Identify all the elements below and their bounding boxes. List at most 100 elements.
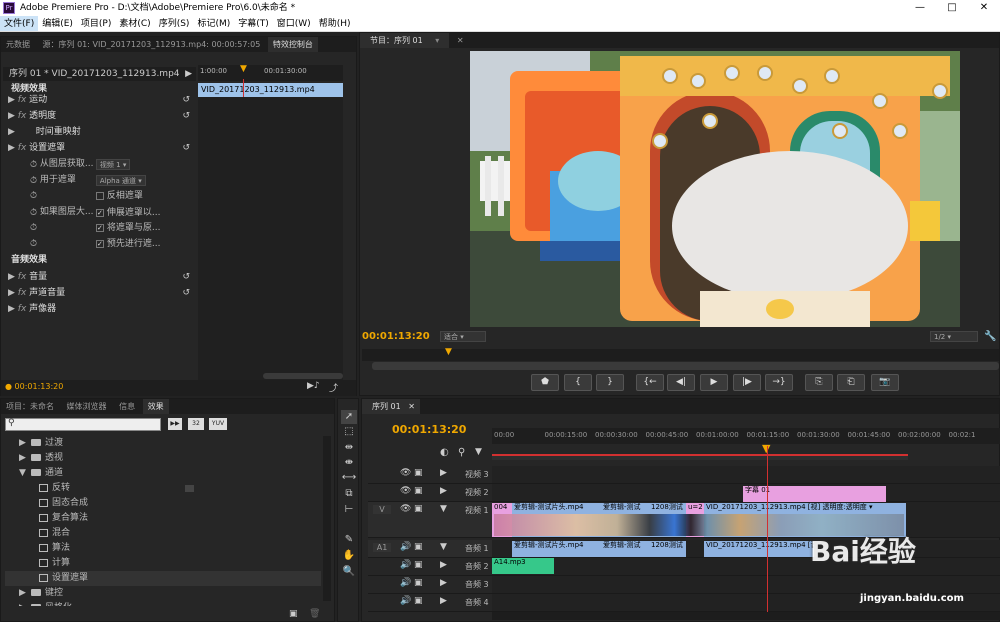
effect-preset[interactable]: 计算 bbox=[5, 556, 321, 571]
tab-close-icon[interactable]: ✕ bbox=[452, 33, 469, 48]
track-target[interactable]: V bbox=[373, 505, 391, 514]
fx-toggle-icon[interactable]: fx bbox=[18, 272, 29, 282]
effect-preset[interactable]: 复合算法 bbox=[5, 511, 321, 526]
effect-folder[interactable]: ▶ 风格化 bbox=[5, 601, 321, 606]
effect-preset[interactable]: 混合 bbox=[5, 526, 321, 541]
ec-time-ruler[interactable]: 1:00:00 00:01:30:00 ▼ bbox=[198, 64, 343, 81]
track-lane[interactable] bbox=[492, 466, 1000, 484]
menu-window[interactable]: 窗口(W) bbox=[273, 16, 315, 31]
speaker-icon[interactable]: 🔊 bbox=[400, 560, 411, 570]
fx-toggle-icon[interactable]: fx bbox=[18, 95, 29, 105]
linked-selection-icon[interactable]: ⚲ bbox=[458, 447, 465, 458]
stopwatch-icon[interactable]: ⏱ bbox=[30, 239, 37, 249]
step-back-button[interactable]: ◀| bbox=[667, 374, 695, 391]
tab-sequence[interactable]: 序列 01 ✕ bbox=[362, 399, 420, 414]
audio-track-header[interactable]: A1 🔊 ▣ ▼ 音频 1 bbox=[368, 540, 492, 558]
rate-stretch-tool-icon[interactable]: ⟷ bbox=[341, 471, 357, 485]
reset-icon[interactable]: ↺ bbox=[182, 286, 190, 301]
zoom-tool-icon[interactable]: 🔍 bbox=[341, 565, 357, 579]
reset-icon[interactable]: ↺ bbox=[182, 141, 190, 156]
fx-toggle-icon[interactable]: fx bbox=[18, 304, 29, 314]
delete-icon[interactable]: 🗑 bbox=[309, 609, 320, 619]
extract-button[interactable]: ⎗ bbox=[837, 374, 865, 391]
track-expand-icon[interactable]: ▶ bbox=[440, 596, 447, 606]
resolution-dropdown[interactable]: 1/2 ▾ bbox=[930, 331, 978, 342]
track-expand-icon[interactable]: ▶ bbox=[440, 560, 447, 570]
track-lane[interactable] bbox=[492, 576, 1000, 594]
param-dropdown[interactable]: 视频 1 ▾ bbox=[95, 159, 131, 170]
tab-source[interactable]: 源：序列 01: VID_20171203_112913.mp4: 00:00:… bbox=[38, 37, 266, 52]
effects-search-input[interactable]: ⚲ bbox=[5, 418, 161, 431]
menu-edit[interactable]: 编辑(E) bbox=[38, 16, 77, 31]
title-clip[interactable]: 字幕 01 bbox=[743, 486, 886, 502]
chevron-right-icon[interactable]: ▶ bbox=[19, 586, 26, 601]
audio-track-header[interactable]: 🔊 ▣ ▶ 音频 4 bbox=[368, 594, 492, 612]
timeline-timecode[interactable]: 00:01:13:20 bbox=[392, 423, 466, 436]
menu-title[interactable]: 字幕(T) bbox=[234, 16, 273, 31]
effect-preset[interactable]: 设置遮罩 bbox=[5, 571, 321, 586]
track-target[interactable]: A1 bbox=[373, 543, 391, 552]
stopwatch-icon[interactable]: ⏱ bbox=[30, 160, 37, 170]
program-video-frame[interactable] bbox=[470, 51, 960, 327]
selection-tool-icon[interactable]: ➚ bbox=[341, 410, 357, 424]
fx-toggle-icon[interactable]: fx bbox=[18, 143, 29, 153]
eye-icon[interactable]: 👁 bbox=[400, 468, 411, 478]
effects-scrollbar[interactable] bbox=[323, 436, 331, 601]
fit-dropdown[interactable]: 适合 ▾ bbox=[440, 331, 486, 342]
disclosure-icon[interactable]: ▶ bbox=[8, 288, 15, 298]
stopwatch-icon[interactable]: ⏱ bbox=[30, 223, 37, 233]
track-expand-icon[interactable]: ▶ bbox=[440, 486, 447, 496]
reset-icon[interactable]: ↺ bbox=[182, 109, 190, 124]
audio-clip[interactable]: 爱剪辑-测试 bbox=[601, 541, 649, 557]
accelerated-effects-icon[interactable]: ▶▶ bbox=[168, 418, 182, 430]
hand-tool-icon[interactable]: ✋ bbox=[341, 549, 357, 563]
sync-lock-icon[interactable]: ▣ bbox=[414, 504, 423, 514]
effect-preset[interactable]: 反转 bbox=[5, 481, 321, 496]
sync-lock-icon[interactable]: ▣ bbox=[414, 596, 423, 606]
tab-metadata[interactable]: 元数据 bbox=[1, 37, 35, 52]
tab-effects[interactable]: 效果 bbox=[142, 399, 169, 414]
effect-folder[interactable]: ▶ 键控 bbox=[5, 586, 321, 601]
audio-effect-2[interactable]: ▶ fx 声像器 bbox=[8, 302, 196, 317]
disclosure-icon[interactable]: ▶ bbox=[8, 304, 15, 314]
video-effect-2[interactable]: ▶ 时间重映射 bbox=[8, 125, 196, 140]
param-checkbox[interactable]: ✓ bbox=[95, 239, 104, 248]
32bit-effects-icon[interactable]: 32 bbox=[188, 418, 204, 430]
program-zoom-scrollbar[interactable] bbox=[372, 362, 999, 370]
disclosure-icon[interactable]: ▶ bbox=[8, 127, 15, 137]
audio-effect-0[interactable]: ▶ fx 音量 ↺ bbox=[8, 270, 196, 285]
chevron-right-icon[interactable]: ▶ bbox=[19, 601, 26, 606]
effect-preset[interactable]: 算法 bbox=[5, 541, 321, 556]
menu-sequence[interactable]: 序列(S) bbox=[155, 16, 194, 31]
close-icon[interactable]: ✕ bbox=[968, 0, 1000, 16]
video-track-header[interactable]: 👁 ▣ ▶ 视频 2 bbox=[368, 484, 492, 502]
video-track-header[interactable]: 👁 ▣ ▶ 视频 3 bbox=[368, 466, 492, 484]
audio-track-header[interactable]: 🔊 ▣ ▶ 音频 2 bbox=[368, 558, 492, 576]
speaker-icon[interactable]: 🔊 bbox=[400, 596, 411, 606]
menu-help[interactable]: 帮助(H) bbox=[315, 16, 355, 31]
new-bin-icon[interactable]: ▣ bbox=[289, 609, 298, 619]
go-to-in-button[interactable]: {← bbox=[636, 374, 664, 391]
tab-project[interactable]: 项目：未命名 bbox=[1, 399, 59, 414]
menu-file[interactable]: 文件(F) bbox=[0, 16, 39, 31]
disclosure-icon[interactable]: ▶ bbox=[8, 111, 15, 121]
program-mini-timeline[interactable]: ▼ bbox=[362, 347, 999, 361]
go-to-out-button[interactable]: →} bbox=[765, 374, 793, 391]
wrench-icon[interactable]: 🔧 bbox=[984, 327, 996, 347]
menu-project[interactable]: 项目(P) bbox=[77, 16, 115, 31]
ec-clip-bar[interactable]: VID_20171203_112913.mp4 bbox=[198, 83, 343, 97]
sync-lock-icon[interactable]: ▣ bbox=[414, 542, 423, 552]
param-dropdown[interactable]: Alpha 通道 ▾ bbox=[95, 175, 146, 186]
reset-icon[interactable]: ↺ bbox=[182, 270, 190, 285]
chevron-right-icon[interactable]: ▶ bbox=[19, 451, 26, 466]
tab-program[interactable]: 节目：序列 01 ▾ bbox=[360, 33, 450, 48]
expand-arrow-icon[interactable]: ▶ bbox=[185, 67, 192, 81]
audio-clip[interactable]: 1208测试 bbox=[649, 541, 686, 557]
play-button[interactable]: ▶ bbox=[700, 374, 728, 391]
track-expand-icon[interactable]: ▼ bbox=[440, 542, 447, 552]
sync-lock-icon[interactable]: ▣ bbox=[414, 578, 423, 588]
track-select-tool-icon[interactable]: ⬚ bbox=[341, 425, 357, 439]
param-checkbox[interactable]: ✓ bbox=[95, 223, 104, 232]
speaker-icon[interactable]: 🔊 bbox=[400, 578, 411, 588]
effect-preset[interactable]: 固态合成 bbox=[5, 496, 321, 511]
